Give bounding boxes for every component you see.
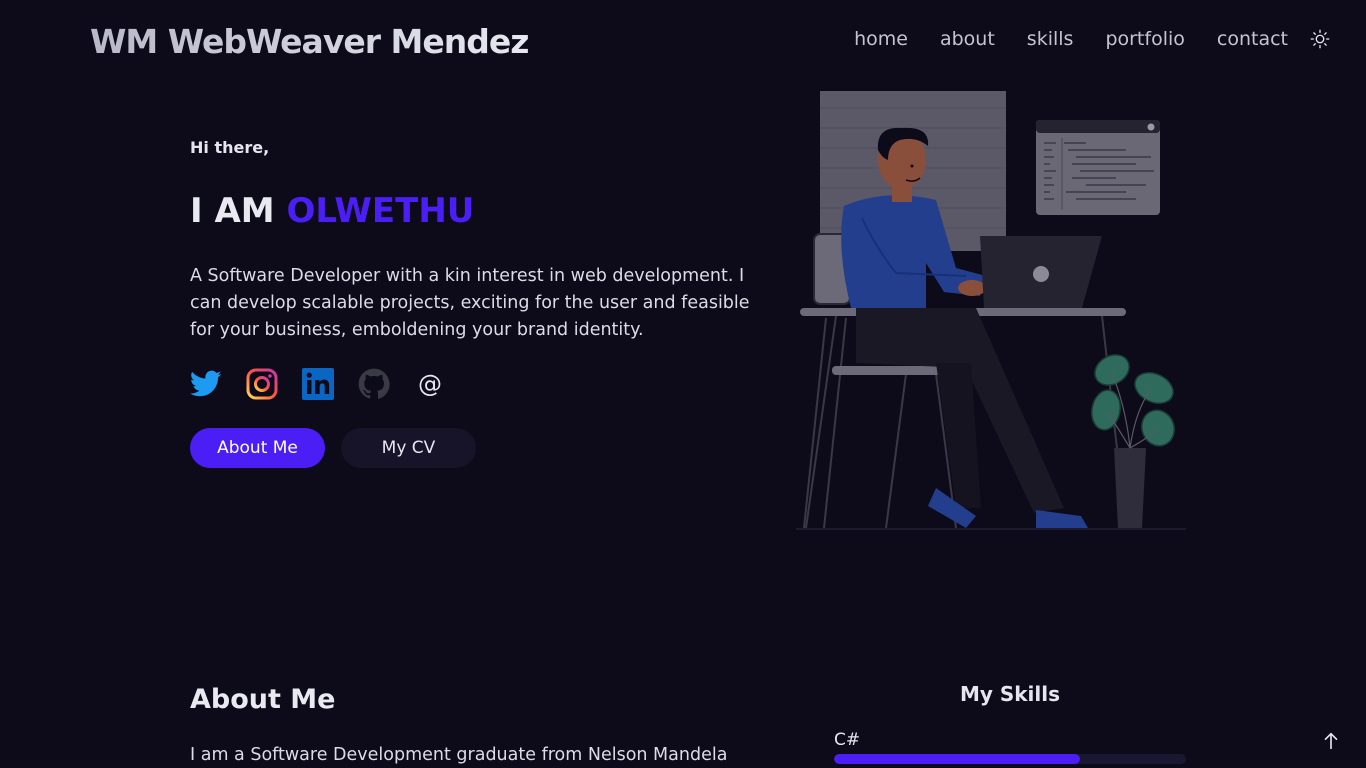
about-me-button[interactable]: About Me <box>190 428 325 468</box>
github-icon[interactable] <box>358 368 390 400</box>
nav-portfolio[interactable]: portfolio <box>1105 28 1184 50</box>
hero-section: Hi there, I AM OLWETHU A Software Develo… <box>190 138 770 468</box>
site-header: WM WebWeaver Mendez home about skills po… <box>0 0 1366 84</box>
about-heading: About Me <box>190 684 336 715</box>
developer-illustration <box>796 91 1186 530</box>
twitter-icon[interactable] <box>190 368 222 400</box>
social-links: @ <box>190 368 770 400</box>
hero-title-name: OLWETHU <box>286 191 475 231</box>
about-section: About Me I am a Software Development gra… <box>190 684 770 765</box>
nav-about[interactable]: about <box>940 28 995 50</box>
hero-buttons: About Me My CV <box>190 428 770 468</box>
skill-fill <box>834 754 1081 764</box>
skill-name: C# <box>834 730 861 750</box>
hero-title: I AM OLWETHU <box>190 191 770 231</box>
site-logo[interactable]: WM WebWeaver Mendez <box>90 22 529 61</box>
hero-greeting: Hi there, <box>190 138 270 157</box>
linkedin-icon[interactable] <box>302 368 334 400</box>
main-nav: home about skills portfolio contact <box>822 28 1330 50</box>
hero-description: A Software Developer with a kin interest… <box>190 266 750 340</box>
nav-contact[interactable]: contact <box>1217 28 1288 50</box>
skills-heading: My Skills <box>959 682 1061 706</box>
nav-skills[interactable]: skills <box>1027 28 1074 50</box>
email-symbol: @ <box>418 370 442 398</box>
arrow-up-icon[interactable] <box>1320 730 1342 752</box>
nav-home[interactable]: home <box>854 28 908 50</box>
skills-section: My Skills C# <box>834 682 1186 764</box>
hero-title-prefix: I AM <box>190 191 275 231</box>
instagram-icon[interactable] <box>246 368 278 400</box>
skill-bar <box>834 754 1186 764</box>
my-cv-button[interactable]: My CV <box>341 428 476 468</box>
sun-icon[interactable] <box>1310 29 1330 49</box>
about-text: I am a Software Development graduate fro… <box>190 745 728 765</box>
email-icon[interactable]: @ <box>414 368 446 400</box>
